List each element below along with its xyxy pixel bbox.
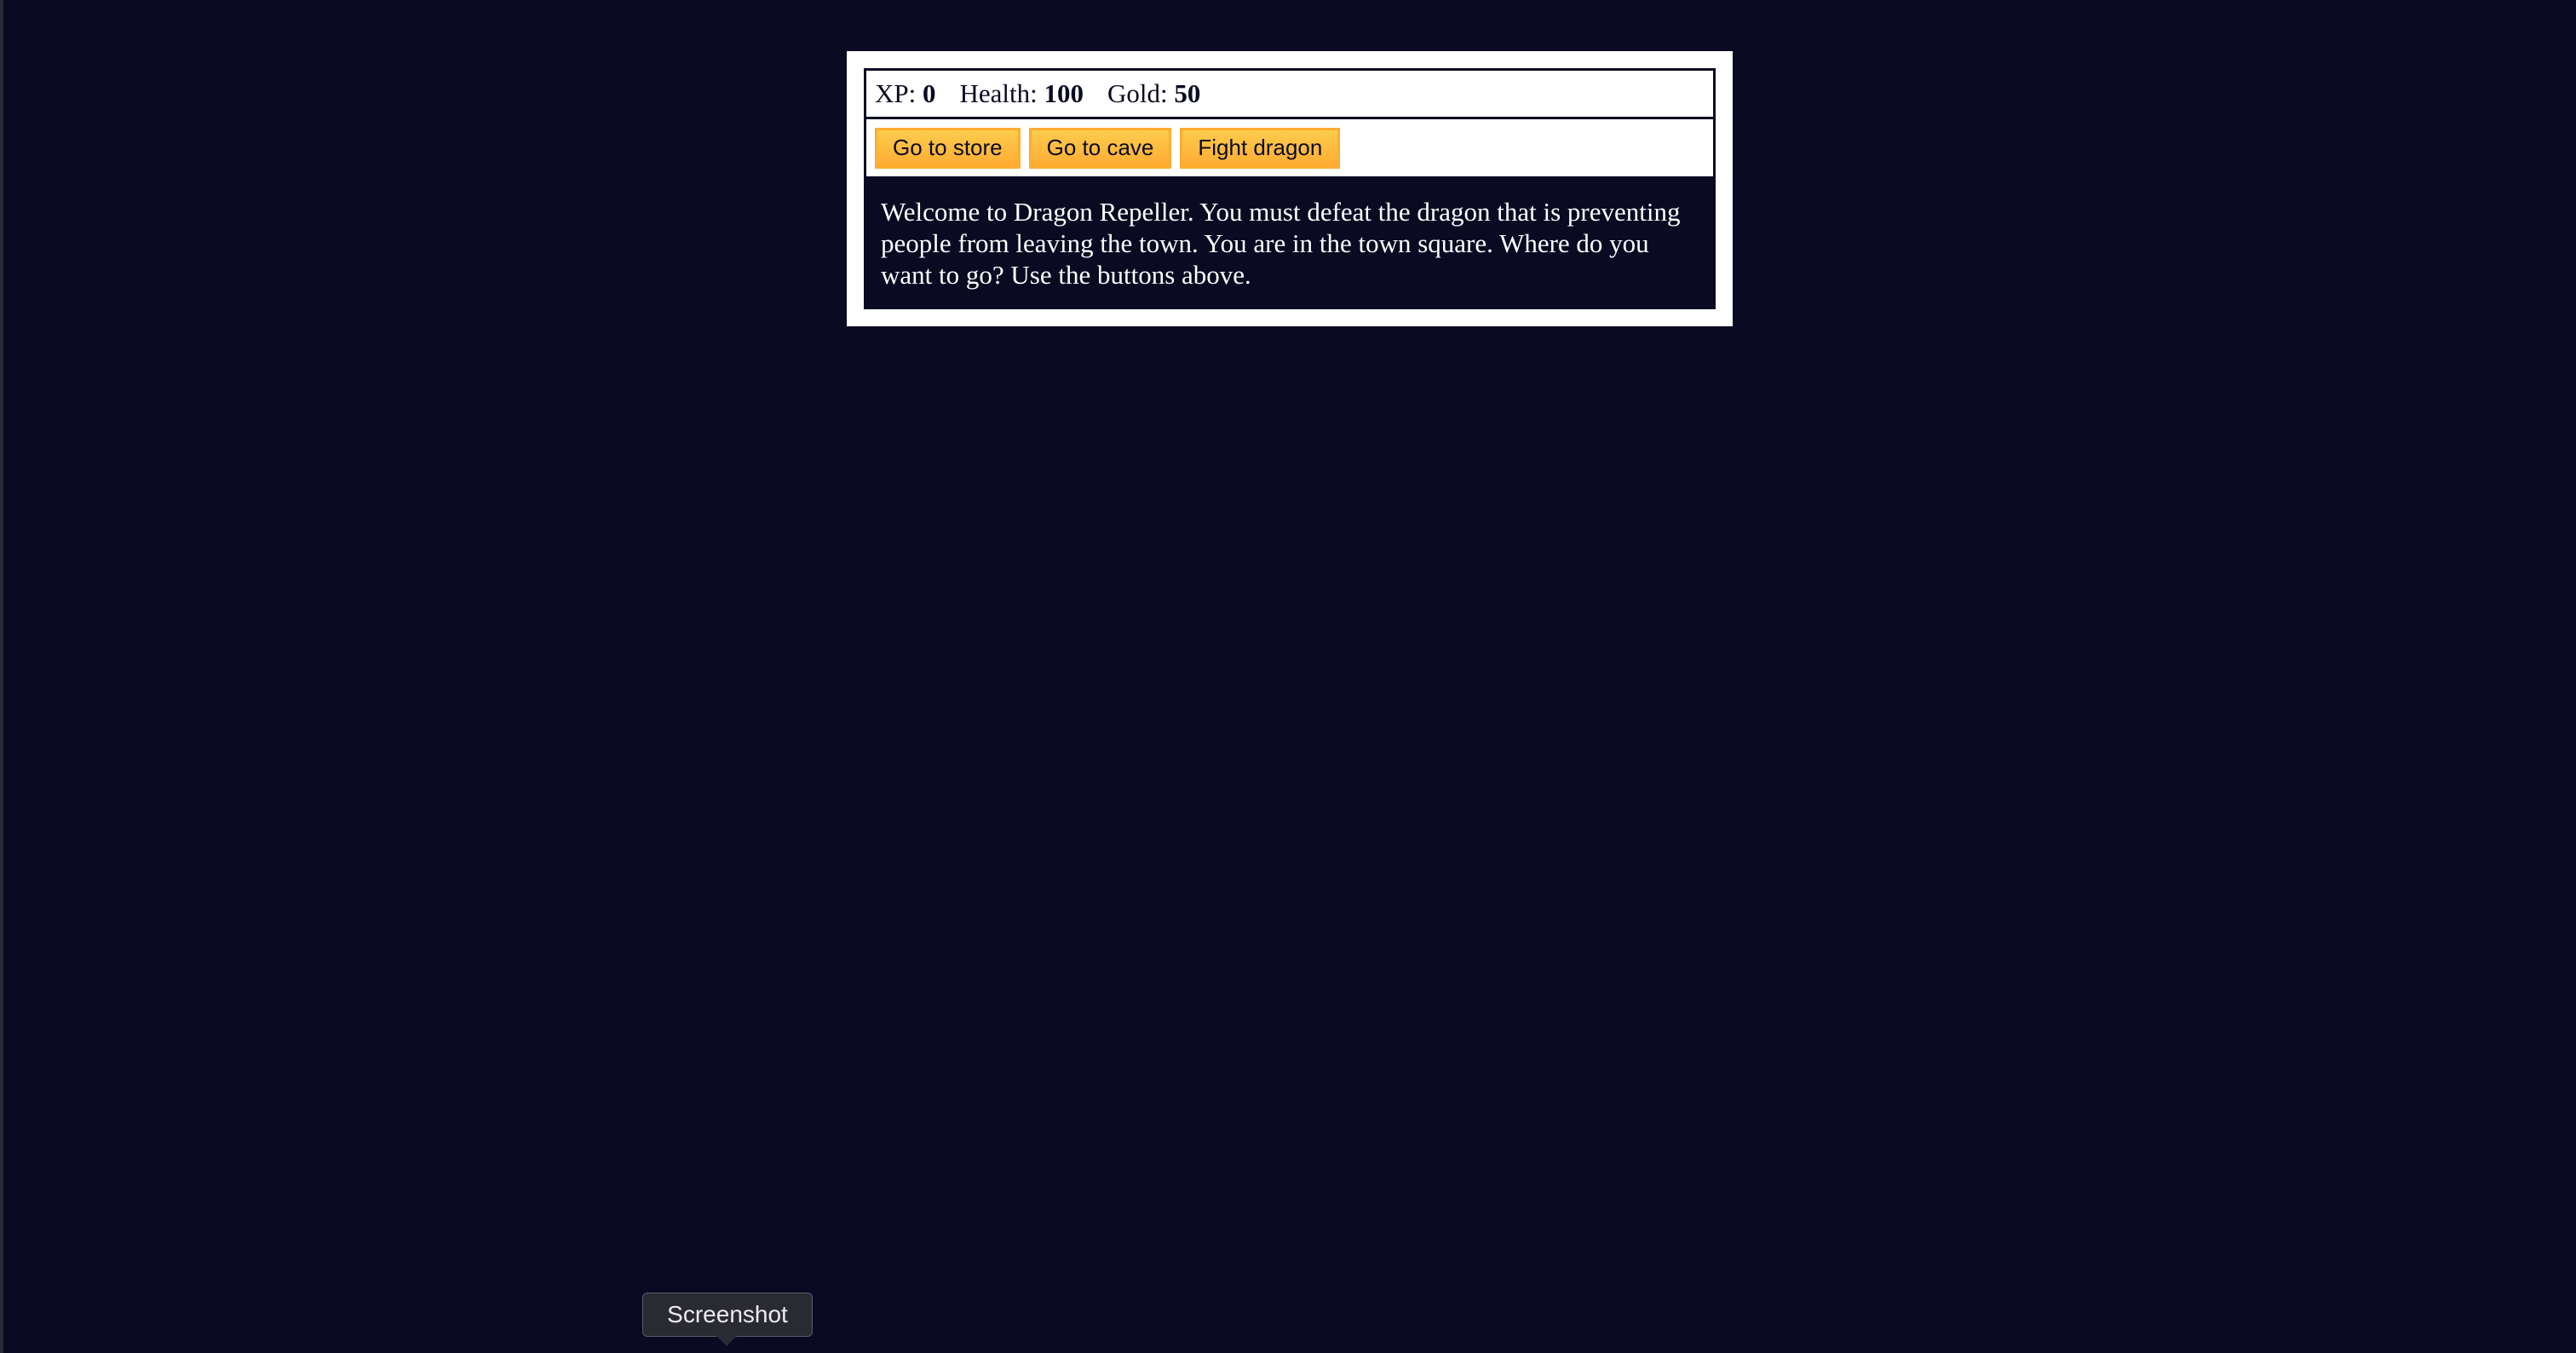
stats-bar: XP: 0 Health: 100 Gold: 50	[864, 68, 1716, 119]
xp-value: 0	[923, 78, 936, 108]
health-label: Health:	[959, 78, 1038, 108]
game-container: XP: 0 Health: 100 Gold: 50 Go to store G…	[847, 51, 1733, 326]
health-stat: Health: 100	[960, 78, 1084, 109]
tooltip-arrow-icon	[716, 1336, 737, 1346]
go-to-cave-button[interactable]: Go to cave	[1028, 127, 1172, 169]
gold-value: 50	[1174, 78, 1201, 108]
gold-stat: Gold: 50	[1107, 78, 1200, 109]
screenshot-tooltip: Screenshot	[642, 1293, 813, 1337]
xp-stat: XP: 0	[875, 78, 936, 109]
fight-dragon-button[interactable]: Fight dragon	[1180, 127, 1341, 169]
window-edge	[0, 0, 3, 1353]
xp-label: XP:	[875, 78, 917, 108]
controls-bar: Go to store Go to cave Fight dragon	[864, 119, 1716, 179]
gold-label: Gold:	[1107, 78, 1168, 108]
health-value: 100	[1044, 78, 1084, 108]
page-viewport: XP: 0 Health: 100 Gold: 50 Go to store G…	[0, 0, 2576, 1353]
message-text: Welcome to Dragon Repeller. You must def…	[864, 179, 1716, 309]
go-to-store-button[interactable]: Go to store	[875, 127, 1021, 169]
